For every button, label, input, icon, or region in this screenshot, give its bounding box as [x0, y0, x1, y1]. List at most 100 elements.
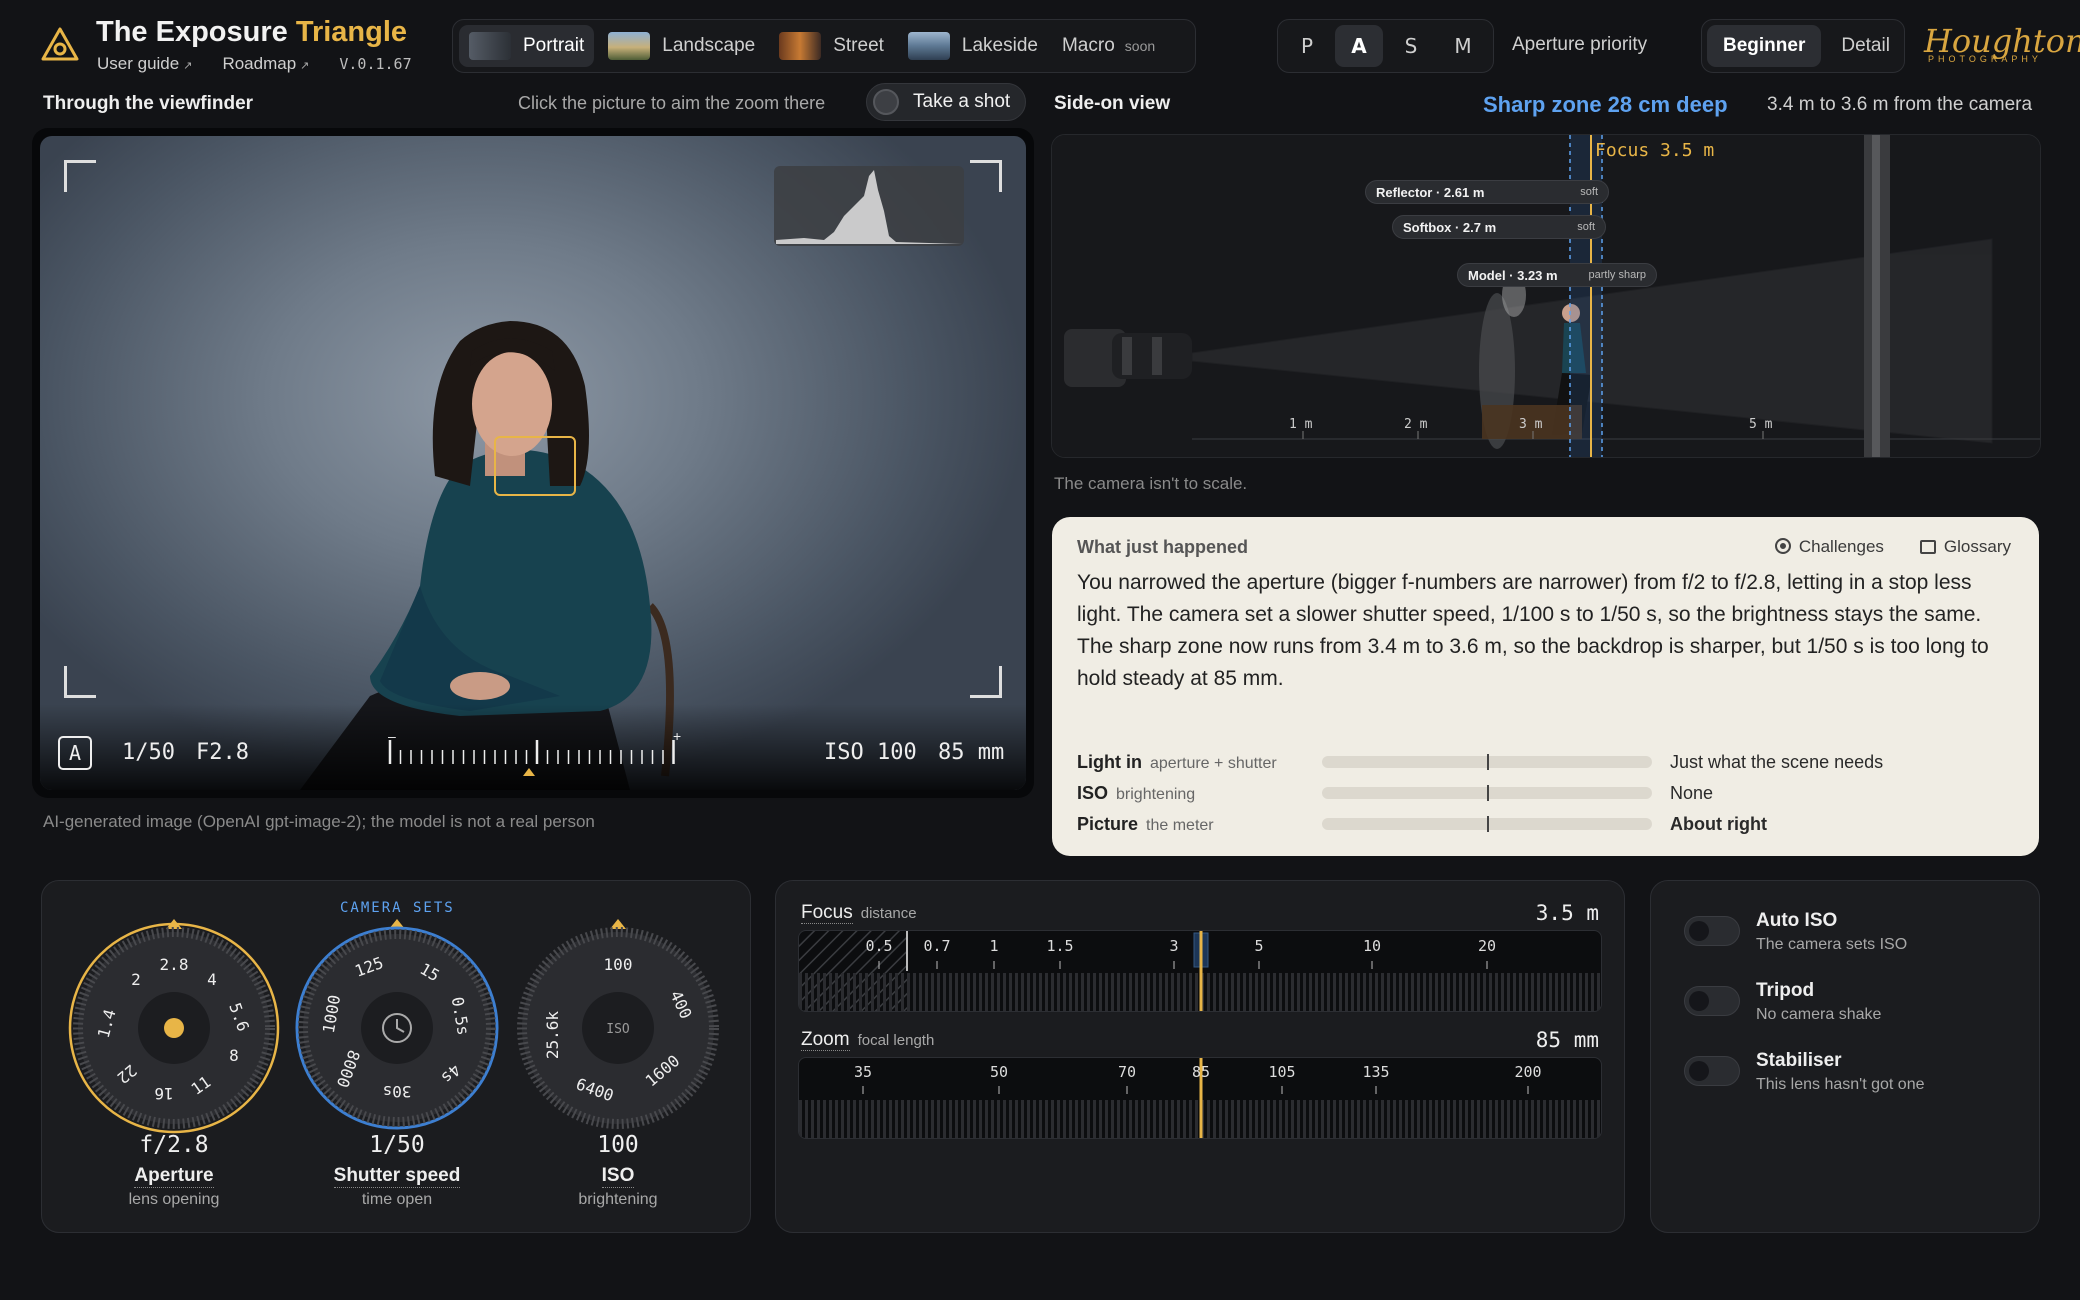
- challenges-label: Challenges: [1798, 537, 1884, 556]
- model-tag[interactable]: Model · 3.23 m partly sharp: [1457, 263, 1657, 287]
- exposure-triangle-logo-icon: [41, 27, 79, 61]
- meter-row-name: Picture: [1077, 813, 1139, 834]
- zoom-tick: 135: [1362, 1063, 1390, 1081]
- sideview-title: Side-on view: [1054, 93, 1171, 114]
- aperture-scale-4: 4: [207, 970, 217, 989]
- book-icon: [1919, 540, 1936, 554]
- frame-corner-bottom-left: [64, 666, 96, 698]
- roadmap-link[interactable]: Roadmap ↗: [222, 54, 309, 74]
- app-title-main: The Exposure: [96, 16, 288, 48]
- meter-indicator-icon: [523, 768, 535, 776]
- scene-portrait[interactable]: Portrait: [459, 25, 595, 67]
- aperture-name: Aperture: [134, 1165, 214, 1188]
- scene-label: Landscape: [662, 35, 756, 56]
- meter-row-label: Picture the meter: [1077, 814, 1322, 835]
- viewfinder-photo[interactable]: [40, 136, 1026, 790]
- frame-corner-top-left: [64, 160, 96, 192]
- scene-picker: Portrait Landscape Street Lakeside Macro…: [452, 19, 1196, 73]
- mode-m-button[interactable]: M: [1439, 25, 1487, 67]
- frame-corner-bottom-right: [970, 666, 1002, 698]
- mode-p-button[interactable]: P: [1283, 25, 1331, 67]
- scene-label: Portrait: [523, 35, 585, 56]
- challenges-link[interactable]: Challenges: [1774, 537, 1884, 557]
- exposure-mode-picker: P A S M: [1277, 19, 1494, 73]
- shutter-scale-30s: 30s: [383, 1082, 412, 1101]
- scene-landscape[interactable]: Landscape: [598, 25, 765, 67]
- focus-tick: 0.7: [923, 937, 951, 955]
- viewfinder[interactable]: A 1/50 F2.8 ISO 100 85 mm – +: [32, 128, 1034, 798]
- meter-marker: [1487, 785, 1489, 801]
- app-title: The Exposure Triangle: [96, 16, 407, 49]
- mode-s-button[interactable]: S: [1387, 25, 1435, 67]
- focus-point-box[interactable]: [494, 436, 576, 496]
- meter-row-value: About right: [1670, 813, 1767, 834]
- tripod-label: Tripod: [1756, 980, 1815, 1001]
- app-title-accent: Triangle: [295, 16, 408, 48]
- histogram-graph: [776, 170, 962, 244]
- focus-tick: 5: [1254, 937, 1264, 955]
- take-shot-button[interactable]: Take a shot: [866, 83, 1026, 121]
- axis-label-3m: 3 m: [1519, 417, 1543, 432]
- sharp-zone-range: 3.4 m to 3.6 m from the camera: [1767, 94, 2033, 115]
- meter-row-value: None: [1670, 782, 1714, 803]
- reflector-tag[interactable]: Reflector · 2.61 m soft: [1365, 180, 1609, 204]
- stabiliser-sub: This lens hasn't got one: [1756, 1076, 1925, 1093]
- reflector-state: soft: [1580, 186, 1598, 198]
- shutter-release-icon: [873, 89, 899, 115]
- zoom-tick: 70: [1117, 1063, 1137, 1081]
- tripod-toggle[interactable]: [1684, 986, 1740, 1016]
- toggle-knob: [1689, 921, 1709, 941]
- focus-tick: 1: [989, 937, 999, 955]
- scene-street[interactable]: Street: [769, 25, 894, 67]
- shutter-value: 1/50: [369, 1132, 425, 1158]
- shutter-sub: time open: [361, 1191, 433, 1208]
- toggle-text: Tripod No camera shake: [1756, 980, 1881, 1024]
- zoom-slider[interactable]: 35 50 70 85 105 135 200: [798, 1057, 1602, 1139]
- meter-row-iso: ISO brightening None: [1077, 781, 2017, 805]
- viewfinder-hint: Click the picture to aim the zoom there: [518, 93, 826, 113]
- what-happened-title: What just happened: [1077, 537, 1248, 557]
- focus-slider[interactable]: 0.5 0.7 1 1.5 3 5 10 20: [798, 930, 1602, 1012]
- mode-a-button[interactable]: A: [1335, 25, 1383, 67]
- zoom-sub: focal length: [857, 1032, 935, 1049]
- scene-label: Lakeside: [961, 35, 1038, 56]
- model-state: partly sharp: [1588, 269, 1646, 281]
- meter-track: [1322, 754, 1652, 770]
- external-link-icon: ↗: [183, 60, 193, 72]
- lakeside-thumbnail: [907, 32, 950, 60]
- street-thumbnail: [779, 32, 822, 60]
- viewfinder-title: Through the viewfinder: [43, 93, 254, 114]
- iso-dial[interactable]: 100 400 1600 6400 25.6k ISO: [508, 915, 728, 1135]
- tripod-toggle-row: Tripod No camera shake: [1684, 980, 1881, 1024]
- glossary-link[interactable]: Glossary: [1919, 537, 2011, 557]
- level-detail-button[interactable]: Detail: [1825, 25, 1906, 67]
- meter-row-light: Light in aperture + shutter Just what the…: [1077, 750, 2017, 774]
- external-link-icon: ↗: [300, 60, 310, 72]
- scene-macro[interactable]: Macro soon: [1052, 25, 1165, 67]
- toggle-text: Auto ISO The camera sets ISO: [1756, 910, 1907, 954]
- exposure-meter-scale: [388, 740, 675, 776]
- zoom-tick: 85: [1191, 1063, 1211, 1081]
- stabiliser-toggle[interactable]: [1684, 1056, 1740, 1086]
- aperture-scale-8: 8: [229, 1046, 239, 1065]
- meter-row-picture: Picture the meter About right: [1077, 812, 2017, 836]
- side-on-view-diagram[interactable]: Focus 3.5 m Reflector · 2.61 m soft Softb…: [1051, 134, 2041, 458]
- auto-iso-toggle[interactable]: [1684, 916, 1740, 946]
- toggle-knob: [1689, 1061, 1709, 1081]
- user-guide-label: User guide: [97, 54, 180, 73]
- meter-row-value: Just what the scene needs: [1670, 751, 1884, 772]
- scene-label: Macro: [1061, 35, 1115, 56]
- iso-scale-100: 100: [604, 955, 633, 974]
- aperture-dial[interactable]: 2.8 4 5.6 8 11 16 22 1.4 2: [64, 915, 284, 1135]
- softbox-tag[interactable]: Softbox · 2.7 m soft: [1392, 215, 1606, 239]
- shutter-dial[interactable]: 125 15 0.5s 4s 30s 8000 1000: [287, 915, 507, 1135]
- glossary-label: Glossary: [1943, 537, 2011, 556]
- axis-label-5m: 5 m: [1749, 417, 1773, 432]
- zoom-tick: 35: [853, 1063, 873, 1081]
- iso-value: 100: [597, 1132, 639, 1158]
- level-beginner-button[interactable]: Beginner: [1707, 25, 1822, 67]
- scene-lakeside[interactable]: Lakeside: [898, 25, 1048, 67]
- user-guide-link[interactable]: User guide ↗: [97, 54, 192, 74]
- reflector-label: Reflector · 2.61 m: [1376, 184, 1485, 200]
- iso-sub: brightening: [578, 1191, 658, 1208]
